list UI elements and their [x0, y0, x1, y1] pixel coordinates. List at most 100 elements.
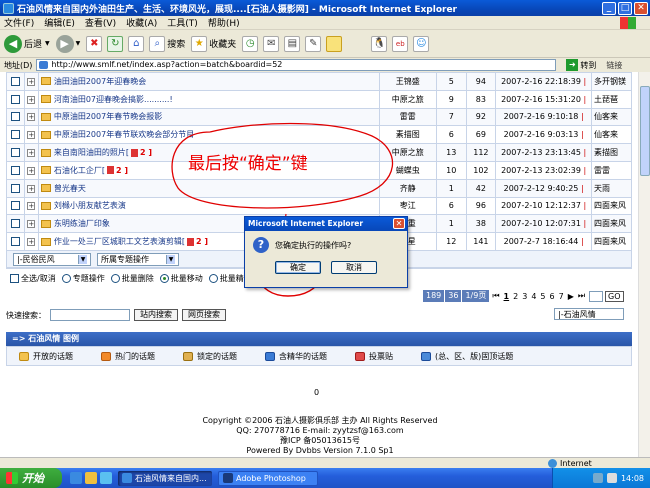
scrollbar-thumb[interactable] [640, 86, 650, 176]
last-user-cell[interactable]: 四面来风 [591, 196, 632, 216]
page-link[interactable]: 5 [538, 292, 547, 301]
last-page-icon[interactable]: ⏭ [576, 291, 587, 301]
history-icon[interactable]: ◷ [242, 35, 259, 52]
last-user-cell[interactable]: 多开钢镁 [591, 72, 632, 91]
last-user-cell[interactable]: 四面来风 [591, 232, 632, 251]
topic-title-link[interactable]: 曾光春天 [54, 184, 86, 193]
row-checkbox[interactable] [10, 237, 20, 247]
dropdown-arrow-icon[interactable]: ▼ [76, 40, 81, 47]
batch-delete-radio[interactable] [110, 273, 120, 283]
stop-icon[interactable]: ✖ [86, 35, 103, 52]
topic-title-link[interactable]: 河南油田07迎春晚会搞影..........! [54, 95, 173, 104]
network-icon[interactable] [592, 473, 603, 483]
taskbar-item-photoshop[interactable]: Adobe Photoshop [218, 470, 318, 486]
page-count[interactable]: 2 ] [140, 148, 152, 157]
author-cell[interactable]: 雷雷 [378, 107, 437, 127]
expand-icon[interactable]: + [27, 166, 36, 175]
menu-edit[interactable]: 编辑(E) [44, 16, 75, 29]
expand-icon[interactable]: + [27, 113, 36, 122]
row-checkbox[interactable] [10, 219, 20, 229]
page-link[interactable]: 2 [511, 292, 520, 301]
row-checkbox[interactable] [10, 165, 20, 175]
expand-icon[interactable]: + [27, 220, 36, 229]
topic-title-link[interactable]: 中原油田2007年春节晚会报影 [54, 112, 162, 121]
row-checkbox[interactable] [10, 183, 20, 193]
topic-title-link[interactable]: 来自南阳油田的照片[ [54, 148, 129, 157]
start-button[interactable]: 开始 [0, 468, 62, 488]
expand-icon[interactable]: + [27, 238, 36, 247]
qq-icon[interactable]: 🐧 [371, 35, 388, 52]
ebay-icon[interactable]: eb [392, 35, 409, 52]
page-link[interactable]: 3 [520, 292, 529, 301]
folder-icon[interactable] [326, 35, 343, 52]
page-go-button[interactable]: GO [605, 290, 624, 302]
mail-icon[interactable]: ✉ [263, 35, 280, 52]
back-button[interactable]: ◀ 后退 ▼ [4, 34, 50, 53]
special-radio[interactable] [61, 273, 71, 283]
page-count[interactable]: 2 ] [196, 237, 208, 246]
row-checkbox[interactable] [10, 148, 20, 158]
folder-icon[interactable] [85, 472, 97, 484]
web-search-button[interactable]: 网页搜索 [182, 309, 226, 321]
page-link[interactable]: 6 [548, 292, 557, 301]
row-checkbox[interactable] [10, 130, 20, 140]
expand-icon[interactable]: + [27, 149, 36, 158]
last-user-cell[interactable]: 仙客来 [591, 107, 632, 127]
quick-search-input[interactable] [50, 309, 130, 321]
topic-title-link[interactable]: 中原油田2007年春节联欢晚会部分节目 [54, 130, 194, 139]
ie-icon[interactable] [70, 472, 82, 484]
topic-title-link[interactable]: 作业一处三厂区城职工文艺表演剪辑[ [54, 237, 185, 246]
page-link[interactable]: 7 [557, 292, 566, 301]
last-user-cell[interactable]: 仙客来 [591, 125, 632, 145]
author-cell[interactable]: 齐静 [378, 178, 437, 198]
links-button[interactable]: 链接 [606, 60, 622, 71]
cancel-button[interactable]: 取消 [331, 261, 377, 274]
author-cell[interactable]: 枣江 [378, 196, 437, 216]
last-user-cell[interactable]: 雷雷 [591, 160, 632, 180]
last-user-cell[interactable]: 四面来风 [591, 214, 632, 234]
dialog-close-button[interactable]: ✕ [393, 218, 405, 229]
next-page-icon[interactable]: ▶ [566, 292, 576, 301]
close-button[interactable]: ✕ [634, 1, 648, 15]
go-button[interactable]: ➜ 转到 [566, 59, 596, 71]
last-user-cell[interactable]: 土琵琶 [591, 89, 632, 109]
home-icon[interactable]: ⌂ [128, 35, 145, 52]
topic-title-link[interactable]: 东明练油厂印象 [54, 219, 110, 228]
vertical-scrollbar[interactable] [638, 72, 650, 457]
taskbar-item-browser[interactable]: 石油风情来自国内... [118, 470, 212, 486]
category-select[interactable]: |-民俗民风 ▼ [13, 252, 91, 266]
topic-title-link[interactable]: 油田油田2007年迎春晚会 [54, 77, 146, 86]
row-checkbox[interactable] [10, 112, 20, 122]
volume-icon[interactable] [606, 473, 617, 483]
forward-button[interactable]: ▶ ▼ [55, 34, 81, 53]
menu-view[interactable]: 查看(V) [85, 16, 116, 29]
page-link[interactable]: 4 [529, 292, 538, 301]
print-icon[interactable]: ▤ [284, 35, 301, 52]
expand-icon[interactable]: + [27, 202, 36, 211]
expand-icon[interactable]: + [27, 95, 36, 104]
page-count[interactable]: 2 ] [116, 166, 128, 175]
row-checkbox[interactable] [10, 76, 20, 86]
edit-icon[interactable]: ✎ [305, 35, 322, 52]
last-user-cell[interactable]: 天雨 [591, 178, 632, 198]
dropdown-arrow-icon[interactable]: ▼ [45, 40, 50, 47]
minimize-button[interactable]: _ [602, 1, 616, 15]
menu-help[interactable]: 帮助(H) [208, 16, 240, 29]
author-cell[interactable]: 中原之旅 [378, 143, 437, 162]
messenger-icon[interactable]: ☺ [413, 35, 430, 52]
expand-icon[interactable]: + [27, 184, 36, 193]
page-number-input[interactable] [589, 290, 604, 302]
forum-select[interactable]: |-石油风情 [554, 308, 624, 320]
refresh-icon[interactable]: ↻ [107, 35, 124, 52]
author-cell[interactable]: 王锦盛 [378, 72, 437, 91]
menu-tools[interactable]: 工具(T) [167, 16, 198, 29]
desktop-icon[interactable] [100, 472, 112, 484]
select-all-checkbox[interactable] [10, 273, 19, 283]
expand-icon[interactable]: + [27, 131, 36, 140]
menu-file[interactable]: 文件(F) [4, 16, 34, 29]
row-checkbox[interactable] [10, 94, 20, 104]
expand-icon[interactable]: + [27, 77, 36, 86]
site-search-button[interactable]: 站内搜索 [134, 309, 178, 321]
author-cell[interactable]: 素描图 [378, 125, 437, 145]
special-select[interactable]: 所属专题操作 ▼ [97, 252, 179, 266]
